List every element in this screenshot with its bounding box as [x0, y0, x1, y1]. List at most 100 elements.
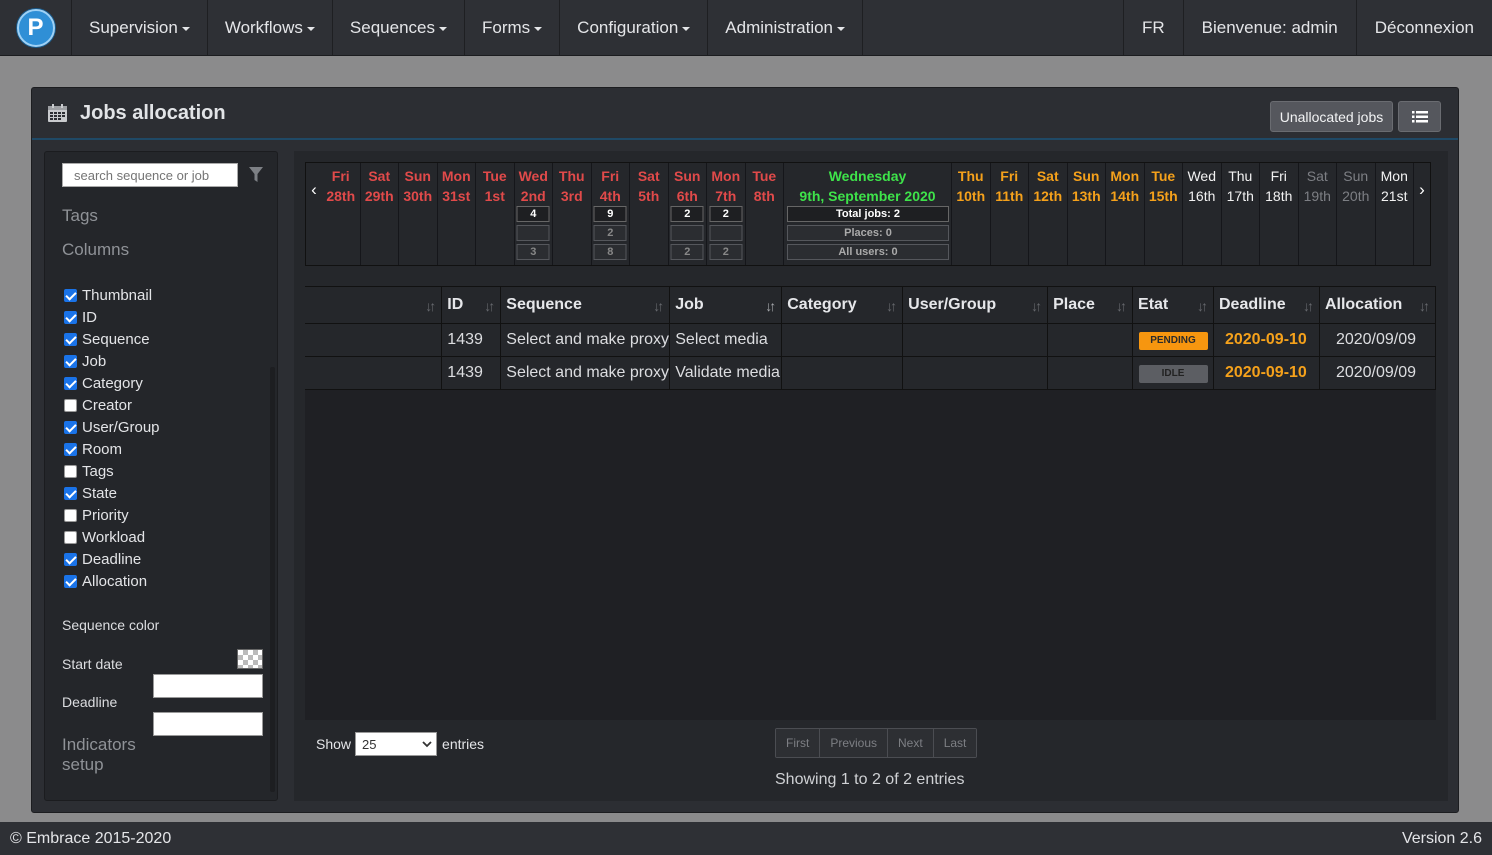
calendar-day[interactable]: Mon 14th [1106, 163, 1145, 265]
calendar-day[interactable]: Wed 2nd 4 3 [515, 163, 553, 265]
column-toggle-workload[interactable]: Workload [64, 526, 160, 548]
calendar-day[interactable]: Sun 13th [1068, 163, 1106, 265]
checkbox[interactable] [64, 354, 77, 368]
day-count-value: 8 [607, 246, 614, 258]
checkbox[interactable] [64, 574, 77, 588]
column-toggle-state[interactable]: State [64, 482, 160, 504]
calendar-day[interactable]: Thu 3rd [553, 163, 592, 265]
column-header-allocation[interactable]: Allocation ↓↑ [1319, 286, 1437, 324]
list-view-button[interactable] [1398, 101, 1441, 132]
calendar-day[interactable]: Wed 16th [1183, 163, 1222, 265]
calendar-day[interactable]: Sat 29th [361, 163, 399, 265]
tags-label[interactable]: Tags [62, 206, 98, 226]
calendar-day[interactable]: Sat 5th [630, 163, 669, 265]
calendar-day[interactable]: Tue 15th [1145, 163, 1183, 265]
calendar-day[interactable]: Mon 7th 2 2 [707, 163, 746, 265]
checkbox[interactable] [64, 530, 77, 544]
checkbox[interactable] [64, 288, 77, 302]
column-header-job[interactable]: Job ↓↑ [669, 286, 783, 324]
day-number: 20th [1342, 188, 1370, 204]
checkbox[interactable] [64, 332, 77, 346]
calendar-day[interactable]: Sun 20th [1337, 163, 1376, 265]
checkbox[interactable] [64, 376, 77, 390]
start-date-input[interactable] [153, 674, 263, 698]
calendar-day[interactable]: Thu 10th [952, 163, 991, 265]
search-input[interactable] [62, 163, 238, 187]
previous-page-button[interactable]: Previous [820, 729, 889, 757]
checkbox[interactable] [64, 442, 77, 456]
checkbox[interactable] [64, 508, 77, 522]
checkbox[interactable] [64, 310, 77, 324]
calendar-strip: ‹ Fri 28th Sat 29th Sun 30th Mon 31st Tue 1st Wed 2… [305, 162, 1431, 266]
column-toggle-id[interactable]: ID [64, 306, 160, 328]
column-header-category[interactable]: Category ↓↑ [781, 286, 904, 324]
column-toggle-category[interactable]: Category [64, 372, 160, 394]
day-number: 2nd [520, 188, 546, 204]
app-logo[interactable]: P [0, 0, 72, 55]
first-page-button[interactable]: First [776, 729, 821, 757]
column-header-thumbnail[interactable]: ↓↑ [305, 286, 443, 324]
column-toggle-room[interactable]: Room [64, 438, 160, 460]
calendar-day[interactable]: Fri 11th [991, 163, 1029, 265]
calendar-day[interactable]: Sat 19th [1299, 163, 1337, 265]
language-switch[interactable]: FR [1124, 0, 1184, 55]
columns-label[interactable]: Columns [62, 240, 129, 260]
calendar-day[interactable]: Sun 6th 2 2 [669, 163, 707, 265]
day-number: 7th [715, 188, 737, 204]
column-header-place[interactable]: Place ↓↑ [1047, 286, 1134, 324]
welcome-user[interactable]: Bienvenue: admin [1184, 0, 1357, 55]
calendar-day[interactable]: Tue 8th [746, 163, 784, 265]
column-toggle-creator[interactable]: Creator [64, 394, 160, 416]
column-toggle-job[interactable]: Job [64, 350, 160, 372]
filter-icon[interactable] [249, 167, 263, 183]
column-toggle-deadline[interactable]: Deadline [64, 548, 160, 570]
calendar-day[interactable]: Sun 30th [399, 163, 438, 265]
checkbox[interactable] [64, 398, 77, 412]
logout-link[interactable]: Déconnexion [1357, 0, 1492, 55]
calendar-day[interactable]: Sat 12th [1029, 163, 1068, 265]
sequence-color-picker[interactable] [237, 649, 263, 669]
next-page-button[interactable]: Next [888, 729, 934, 757]
calendar-day[interactable]: Fri 4th 9 2 8 [592, 163, 630, 265]
checkbox[interactable] [64, 420, 77, 434]
column-header-etat[interactable]: Etat ↓↑ [1132, 286, 1214, 324]
column-header-user-group[interactable]: User/Group ↓↑ [902, 286, 1049, 324]
deadline-input[interactable] [153, 712, 263, 736]
calendar-day-today[interactable]: Wednesday 9th, September 2020 Total jobs: … [784, 163, 952, 265]
nav-supervision[interactable]: Supervision [72, 0, 208, 55]
column-toggle-user-group[interactable]: User/Group [64, 416, 160, 438]
nav-administration[interactable]: Administration [708, 0, 864, 55]
checkbox[interactable] [64, 464, 77, 478]
sidebar-scrollbar[interactable] [270, 367, 275, 792]
calendar-day[interactable]: Fri 28th [322, 163, 361, 265]
nav-configuration[interactable]: Configuration [560, 0, 709, 55]
calendar-day[interactable]: Mon 31st [438, 163, 476, 265]
cell-id: 1439 [441, 356, 502, 390]
calendar-next-button[interactable]: › [1414, 163, 1430, 217]
nav-workflows[interactable]: Workflows [208, 0, 333, 55]
column-header-id[interactable]: ID ↓↑ [441, 286, 502, 324]
column-toggle-priority[interactable]: Priority [64, 504, 160, 526]
checkbox[interactable] [64, 486, 77, 500]
page-size-select[interactable]: 25 [355, 732, 438, 756]
column-toggle-tags[interactable]: Tags [64, 460, 160, 482]
column-toggle-thumbnail[interactable]: Thumbnail [64, 284, 160, 306]
last-page-button[interactable]: Last [933, 729, 977, 757]
column-header-sequence[interactable]: Sequence ↓↑ [500, 286, 671, 324]
column-toggle-sequence[interactable]: Sequence [64, 328, 160, 350]
calendar-day[interactable]: Mon 21st [1376, 163, 1414, 265]
calendar-day[interactable]: Tue 1st [476, 163, 515, 265]
column-header-deadline[interactable]: Deadline ↓↑ [1213, 286, 1320, 324]
calendar-prev-button[interactable]: ‹ [306, 163, 322, 217]
checkbox[interactable] [64, 552, 77, 566]
table-row[interactable]: 1439 Select and make proxy Validate media I… [305, 356, 1437, 390]
unallocated-jobs-button[interactable]: Unallocated jobs [1270, 101, 1393, 132]
nav-sequences[interactable]: Sequences [333, 0, 465, 55]
nav-forms[interactable]: Forms [465, 0, 561, 55]
cell-value: 1439 [447, 364, 483, 381]
calendar-day[interactable]: Fri 18th [1260, 163, 1299, 265]
calendar-day[interactable]: Thu 17th [1222, 163, 1260, 265]
indicators-setup-label[interactable]: Indicators setup [62, 735, 136, 775]
table-row[interactable]: 1439 Select and make proxy Select media PEN… [305, 323, 1437, 357]
column-toggle-allocation[interactable]: Allocation [64, 570, 160, 592]
